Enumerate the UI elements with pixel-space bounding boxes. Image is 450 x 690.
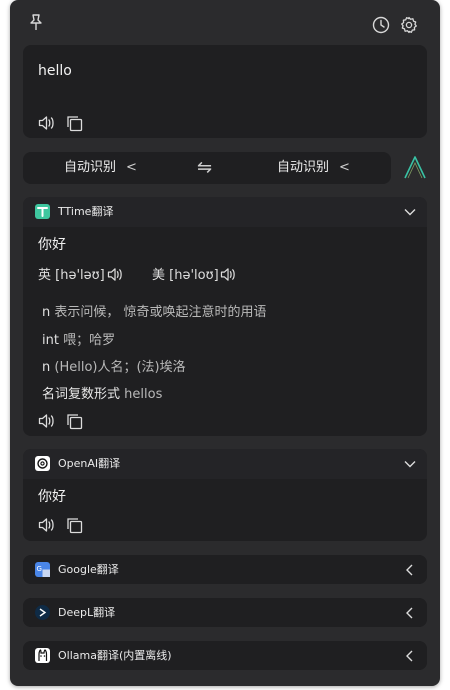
phonetic-uk-label: 英 — [38, 268, 52, 283]
definition-item: int 喂；哈罗 — [42, 329, 115, 348]
top-bar — [10, 0, 440, 44]
definition-item: n (Hello)人名；(法)埃洛 — [42, 356, 186, 375]
ttime-header[interactable]: TTime翻译 — [23, 197, 427, 227]
speaker-icon[interactable] — [38, 413, 56, 429]
phonetic-us: 美 [hə'loʊ] — [152, 264, 219, 283]
deepl-header[interactable]: DeepL翻译 — [23, 598, 427, 627]
language-bar: 自动识别 < ⇋ 自动识别 < — [23, 152, 391, 184]
chevron-left-icon[interactable] — [403, 606, 417, 620]
definition-item: n 表示问候， 惊奇或唤起注意时的用语 — [42, 301, 267, 320]
copy-icon[interactable] — [66, 413, 83, 430]
openai-translation-card: OpenAI翻译 你好 — [23, 449, 427, 541]
plural-value: hellos — [124, 387, 163, 402]
definition-pos: int — [42, 333, 59, 348]
target-language-label: 自动识别 — [277, 160, 330, 175]
speaker-icon[interactable] — [38, 115, 56, 131]
phonetic-us-label: 美 — [152, 268, 166, 283]
chevron-down-icon[interactable] — [403, 457, 417, 471]
deepl-translation-card[interactable]: DeepL翻译 — [23, 598, 427, 627]
plural-label: 名词复数形式 — [42, 387, 121, 402]
translate-logo-icon[interactable] — [403, 154, 427, 180]
history-clock-icon[interactable] — [372, 16, 390, 34]
google-service-name: Google翻译 — [58, 563, 119, 576]
input-text[interactable]: hello — [38, 63, 72, 79]
chevron-down-icon[interactable] — [403, 205, 417, 219]
ttime-translation-card: TTime翻译 你好 英 [hə'ləʊ] 美 [hə'loʊ] n 表示问候，… — [23, 197, 427, 436]
phonetic-uk-value: [hə'ləʊ] — [55, 268, 105, 283]
speaker-icon[interactable] — [220, 267, 237, 282]
phonetic-uk: 英 [hə'ləʊ] — [38, 264, 105, 283]
copy-icon[interactable] — [66, 115, 83, 132]
deepl-service-name: DeepL翻译 — [58, 606, 116, 619]
speaker-icon[interactable] — [38, 517, 56, 533]
ollama-translation-card[interactable]: Ollama翻译(内置离线) — [23, 641, 427, 670]
ttime-logo-icon — [35, 204, 50, 219]
definition-text: 喂；哈罗 — [63, 333, 116, 348]
chevron-left-icon: < — [339, 160, 350, 175]
settings-gear-icon[interactable] — [400, 16, 418, 34]
ollama-service-name: Ollama翻译(内置离线) — [58, 649, 172, 662]
definition-text: (Hello)人名；(法)埃洛 — [54, 360, 186, 375]
chevron-left-icon[interactable] — [403, 649, 417, 663]
chevron-left-icon: < — [126, 160, 137, 175]
copy-icon[interactable] — [66, 517, 83, 534]
ollama-logo-icon — [35, 648, 50, 663]
openai-service-name: OpenAI翻译 — [58, 457, 121, 470]
chevron-left-icon[interactable] — [403, 563, 417, 577]
source-language-select[interactable]: 自动识别 < — [64, 152, 137, 184]
swap-languages-button[interactable]: ⇋ — [197, 152, 212, 184]
google-translation-card[interactable]: G Google翻译 — [23, 555, 427, 584]
translator-window: hello 自动识别 < ⇋ 自动识别 < TTime翻译 你好 英 [hə'l… — [10, 0, 440, 686]
target-language-select[interactable]: 自动识别 < — [277, 152, 350, 184]
phonetic-us-value: [hə'loʊ] — [169, 268, 219, 283]
speaker-icon[interactable] — [107, 267, 124, 282]
ttime-service-name: TTime翻译 — [58, 205, 114, 218]
ttime-result-text: 你好 — [38, 237, 66, 253]
deepl-logo-icon — [35, 605, 50, 620]
openai-logo-icon — [35, 456, 50, 471]
svg-text:G: G — [37, 565, 42, 573]
input-card[interactable]: hello — [23, 45, 427, 138]
definition-pos: n — [42, 305, 51, 320]
openai-result-text: 你好 — [38, 489, 66, 505]
plural-form: 名词复数形式 hellos — [42, 383, 162, 402]
source-language-label: 自动识别 — [64, 160, 117, 175]
google-translate-logo-icon: G — [35, 562, 50, 577]
definition-text: 表示问候， 惊奇或唤起注意时的用语 — [54, 305, 267, 320]
openai-header[interactable]: OpenAI翻译 — [23, 449, 427, 479]
ollama-header[interactable]: Ollama翻译(内置离线) — [23, 641, 427, 670]
pin-icon[interactable] — [28, 14, 44, 32]
definition-pos: n — [42, 360, 51, 375]
google-header[interactable]: G Google翻译 — [23, 555, 427, 584]
